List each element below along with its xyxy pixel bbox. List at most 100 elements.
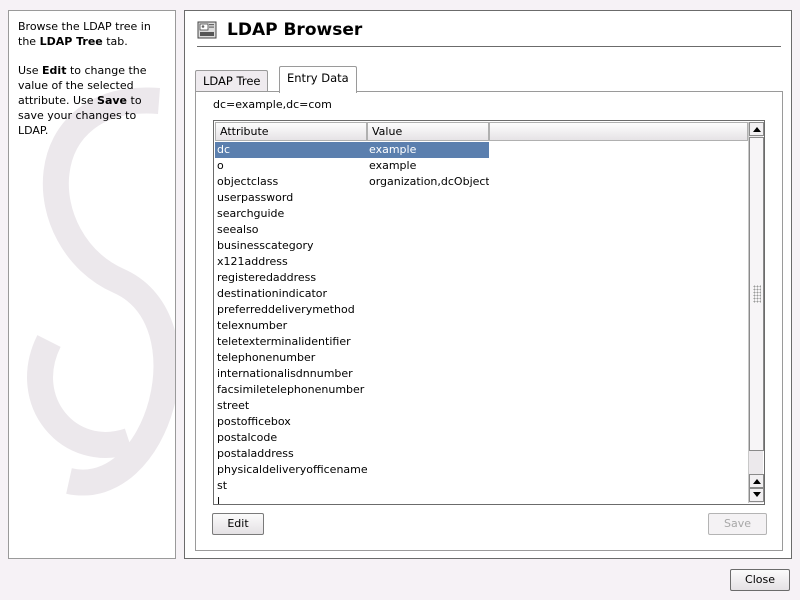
attribute-cell: physicaldeliveryofficename <box>217 463 367 476</box>
value-cell <box>367 350 489 366</box>
value-cell <box>367 254 489 270</box>
table-header: Attribute Value <box>215 122 748 141</box>
table-row[interactable]: preferreddeliverymethod <box>215 302 748 318</box>
value-cell: example <box>369 159 417 172</box>
column-header-filler <box>489 122 748 141</box>
help-paragraph-edit: Use Edit to change the value of the sele… <box>18 64 147 137</box>
arrow-up-icon <box>752 127 761 132</box>
scroll-up-top-button[interactable] <box>749 122 764 136</box>
table-row[interactable]: objectclass organization,dcObject <box>215 174 748 190</box>
table-rows: dc example o example objectclass organization… <box>215 142 748 505</box>
table-row[interactable]: postalcode <box>215 430 748 446</box>
value-cell <box>367 398 489 414</box>
ldap-browser-icon <box>197 21 217 39</box>
attribute-cell: destinationindicator <box>217 287 328 300</box>
value-cell <box>367 414 489 430</box>
table-row[interactable]: seealso <box>215 222 748 238</box>
value-cell <box>367 478 489 494</box>
value-cell <box>367 238 489 254</box>
attribute-cell: dc <box>215 142 367 158</box>
table-row[interactable]: postaladdress <box>215 446 748 462</box>
table-row[interactable]: st <box>215 478 748 494</box>
value-cell <box>367 494 489 504</box>
value-cell <box>367 318 489 334</box>
entry-data-panel: dc=example,dc=com Attribute Value dc exam… <box>195 91 783 551</box>
entry-dn-label: dc=example,dc=com <box>213 98 332 111</box>
title-divider <box>197 46 781 47</box>
table-row[interactable]: facsimiletelephonenumber <box>215 382 748 398</box>
edit-button[interactable]: Edit <box>212 513 264 535</box>
attribute-cell: l <box>217 495 221 505</box>
table-row[interactable]: destinationindicator <box>215 286 748 302</box>
scrollbar-grip-icon <box>753 285 761 303</box>
tab-entry-data[interactable]: Entry Data <box>279 66 357 93</box>
column-header-attribute[interactable]: Attribute <box>215 122 367 141</box>
value-cell: example <box>367 142 489 158</box>
table-row[interactable]: userpassword <box>215 190 748 206</box>
attribute-cell: o <box>217 159 224 172</box>
column-header-value[interactable]: Value <box>367 122 489 141</box>
attribute-cell: preferreddeliverymethod <box>217 303 355 316</box>
arrow-down-icon <box>752 492 761 497</box>
value-cell <box>367 190 489 206</box>
attribute-cell: userpassword <box>217 191 294 204</box>
value-cell <box>367 334 489 350</box>
attribute-cell: postofficebox <box>217 415 291 428</box>
scroll-down-button[interactable] <box>749 488 764 502</box>
vertical-scrollbar[interactable] <box>748 122 764 503</box>
table-row[interactable]: l <box>215 494 748 505</box>
attribute-cell: registeredaddress <box>217 271 317 284</box>
value-cell <box>367 366 489 382</box>
attribute-cell: telephonenumber <box>217 351 316 364</box>
attribute-cell: businesscategory <box>217 239 314 252</box>
attribute-cell: postalcode <box>217 431 278 444</box>
value-cell <box>367 430 489 446</box>
table-row[interactable]: o example <box>215 158 748 174</box>
suse-watermark-icon <box>27 87 175 496</box>
attribute-table[interactable]: Attribute Value dc example o example objectc… <box>213 120 765 505</box>
table-row[interactable]: businesscategory <box>215 238 748 254</box>
attribute-cell: postaladdress <box>217 447 294 460</box>
table-row[interactable]: telexnumber <box>215 318 748 334</box>
table-row[interactable]: x121address <box>215 254 748 270</box>
attribute-cell: teletexterminalidentifier <box>217 335 351 348</box>
help-paragraph-browse: Browse the LDAP tree in the LDAP Tree ta… <box>18 20 151 48</box>
table-row[interactable]: searchguide <box>215 206 748 222</box>
value-cell <box>367 446 489 462</box>
table-row[interactable]: dc example <box>215 142 748 158</box>
value-cell <box>367 462 489 478</box>
title-row: LDAP Browser <box>197 17 362 43</box>
attribute-cell: facsimiletelephonenumber <box>217 383 365 396</box>
value-cell <box>367 286 489 302</box>
table-row[interactable]: street <box>215 398 748 414</box>
attribute-cell: internationalisdnnumber <box>217 367 353 380</box>
attribute-cell: seealso <box>217 223 259 236</box>
table-row[interactable]: physicaldeliveryofficename <box>215 462 748 478</box>
attribute-cell: searchguide <box>217 207 285 220</box>
help-panel: Browse the LDAP tree in the LDAP Tree ta… <box>8 10 176 559</box>
arrow-up-icon <box>752 479 761 484</box>
close-button[interactable]: Close <box>730 569 790 591</box>
value-cell <box>367 206 489 222</box>
table-row[interactable]: postofficebox <box>215 414 748 430</box>
attribute-cell: st <box>217 479 228 492</box>
main-panel: LDAP Browser LDAP Tree Entry Data dc=exa… <box>184 10 792 559</box>
table-row[interactable]: registeredaddress <box>215 270 748 286</box>
scroll-up-button[interactable] <box>749 474 764 488</box>
tab-ldap-tree[interactable]: LDAP Tree <box>195 70 269 92</box>
attribute-cell: street <box>217 399 250 412</box>
attribute-cell: telexnumber <box>217 319 288 332</box>
value-cell <box>367 382 489 398</box>
value-cell: organization,dcObject <box>369 175 489 188</box>
value-cell <box>367 302 489 318</box>
scrollbar-thumb[interactable] <box>749 137 764 451</box>
value-cell <box>367 222 489 238</box>
table-row[interactable]: telephonenumber <box>215 350 748 366</box>
attribute-cell: x121address <box>217 255 288 268</box>
value-cell <box>367 270 489 286</box>
attribute-cell: objectclass <box>217 175 279 188</box>
table-row[interactable]: internationalisdnnumber <box>215 366 748 382</box>
page-title: LDAP Browser <box>227 20 363 40</box>
table-row[interactable]: teletexterminalidentifier <box>215 334 748 350</box>
save-button[interactable]: Save <box>708 513 767 535</box>
